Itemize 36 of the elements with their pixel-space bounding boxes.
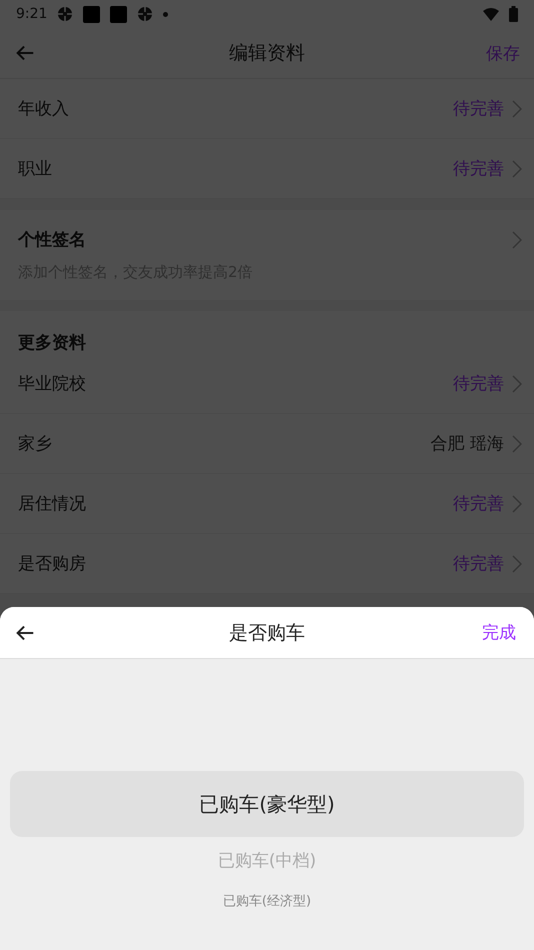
row-value: 合肥 瑶海 [430,433,504,455]
row-label: 家乡 [18,433,52,455]
chevron-icon [512,554,522,572]
section-title: 更多资料 [17,332,87,354]
status-time: 9:21 [16,6,48,22]
sheet-title: 是否购车 [229,620,305,646]
row-value: 待完善 [453,158,504,180]
row-label: 年收入 [18,98,69,120]
row-value: 待完善 [453,493,504,515]
row-value: 待完善 [453,373,504,395]
done-button[interactable]: 完成 [482,621,516,644]
row-label: 是否购房 [18,553,86,575]
signature-title: 个性签名 [18,229,86,251]
row-label: 毕业院校 [18,373,86,395]
aperture-icon [137,6,154,22]
chevron-icon [512,100,522,118]
chevron-icon [512,230,522,248]
page-title: 编辑资料 [229,41,305,66]
picker-option[interactable]: 已购车(豪华型) [10,771,524,837]
chevron-icon [512,434,522,452]
picker-option[interactable]: 已购车(经济型) [10,883,524,919]
row-value: 待完善 [453,553,504,575]
chevron-icon [512,374,522,392]
row-value: 待完善 [453,98,504,120]
chevron-icon [512,160,522,178]
dot-icon [163,12,168,16]
aperture-icon [57,6,74,22]
picker-option[interactable]: 已购车(中档) [10,837,524,883]
wifi-icon [483,8,499,20]
battery-icon [509,6,518,22]
chevron-icon [512,494,522,512]
square-icon [83,6,100,22]
square-icon [110,6,128,22]
row-label: 职业 [18,158,52,180]
save-button[interactable]: 保存 [486,42,520,64]
row-label: 居住情况 [18,493,86,515]
